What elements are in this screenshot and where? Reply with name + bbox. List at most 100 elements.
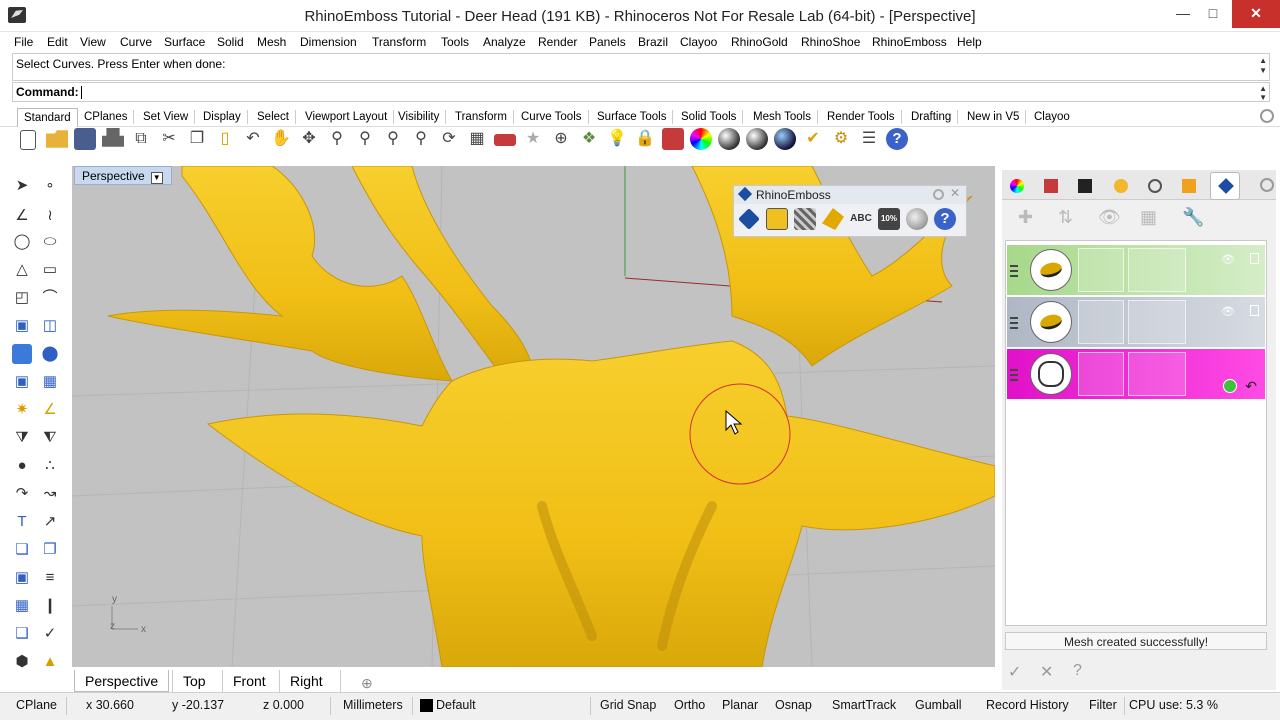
menu-view[interactable]: View: [80, 35, 106, 49]
zoom-window-icon[interactable]: ⚲: [354, 128, 376, 150]
menu-rhinoemboss[interactable]: RhinoEmboss: [872, 35, 947, 49]
render-objects-icon[interactable]: ⬢: [12, 652, 32, 672]
layer-visibility-eye-icon[interactable]: 👁: [1221, 305, 1235, 318]
paint-icon[interactable]: ▲: [40, 652, 60, 672]
sphere-icon[interactable]: ⬤: [40, 344, 60, 364]
rotate-view-icon[interactable]: ✥: [298, 128, 320, 150]
menu-render[interactable]: Render: [538, 35, 577, 49]
menu-tools[interactable]: Tools: [441, 35, 469, 49]
viewport-menu-arrow-icon[interactable]: ▼: [150, 172, 163, 184]
help-icon[interactable]: ?: [886, 128, 908, 150]
trim-icon[interactable]: ⧩: [12, 428, 32, 448]
menu-rhinogold[interactable]: RhinoGold: [731, 35, 788, 49]
tool-slot[interactable]: [1078, 352, 1124, 396]
panel-tab-history[interactable]: [1144, 175, 1164, 195]
viewport-grid-icon[interactable]: ▦: [466, 128, 488, 150]
polygon-icon[interactable]: △: [12, 260, 32, 280]
menu-transform[interactable]: Transform: [372, 35, 426, 49]
arc-icon[interactable]: ◰: [12, 288, 32, 308]
tab-right[interactable]: Right: [279, 670, 333, 692]
tab-curve-tools[interactable]: Curve Tools: [515, 110, 589, 124]
shaded-sphere-icon[interactable]: [746, 128, 768, 150]
ellipse-icon[interactable]: ⬭: [40, 232, 60, 252]
point-icon[interactable]: ⊕: [550, 128, 572, 150]
box-icon[interactable]: [12, 344, 32, 364]
curve-control-points-icon[interactable]: ≀: [40, 206, 60, 226]
zoom-selected-icon[interactable]: ⚲: [410, 128, 432, 150]
menu-clayoo[interactable]: Clayoo: [680, 35, 717, 49]
import-icon[interactable]: ⧉: [130, 128, 152, 150]
apply-ok-icon[interactable]: [1223, 379, 1237, 393]
tab-front[interactable]: Front: [222, 670, 276, 692]
emboss-diamond-icon[interactable]: [738, 208, 760, 230]
panel-tab-environment[interactable]: [1178, 175, 1198, 195]
options-icon[interactable]: ✔: [802, 128, 824, 150]
extrude-surface-icon[interactable]: ◫: [40, 316, 60, 336]
tab-mesh-tools[interactable]: Mesh Tools: [747, 110, 818, 124]
color-wheel-icon[interactable]: [690, 128, 712, 150]
polyline-icon[interactable]: ∠: [12, 206, 32, 226]
status-ortho[interactable]: Ortho: [674, 698, 705, 712]
texture-thumbnail[interactable]: [1030, 353, 1072, 395]
tab-set-view[interactable]: Set View: [137, 110, 196, 124]
spiral-slot[interactable]: [1128, 352, 1186, 396]
check-icon[interactable]: ✓: [40, 624, 60, 644]
perspective-viewport[interactable]: y z x Perspective ▼: [72, 166, 995, 667]
close-button[interactable]: ✕: [1232, 0, 1280, 28]
delete-layer-trash-icon[interactable]: [1250, 253, 1259, 264]
emboss-help-icon[interactable]: ?: [934, 208, 956, 230]
menu-analyze[interactable]: Analyze: [483, 35, 526, 49]
tab-render-tools[interactable]: Render Tools: [821, 110, 902, 124]
rectangle-icon[interactable]: ▭: [40, 260, 60, 280]
tab-visibility[interactable]: Visibility: [392, 110, 447, 124]
rhinoemboss-toolbar-header[interactable]: RhinoEmboss: [734, 186, 966, 204]
ungroup-icon[interactable]: ∴: [40, 456, 60, 476]
paste-icon[interactable]: ▯: [214, 128, 236, 150]
status-filter[interactable]: Filter: [1089, 698, 1117, 712]
menu-curve[interactable]: Curve: [120, 35, 152, 49]
transform-icon[interactable]: ❏: [12, 540, 32, 560]
copy-icon[interactable]: ❐: [186, 128, 208, 150]
deer-head-model[interactable]: [107, 166, 995, 667]
join-icon[interactable]: ↷: [12, 484, 32, 504]
measure-icon[interactable]: ❙: [40, 596, 60, 616]
drag-handle-icon[interactable]: [1010, 265, 1018, 277]
visibility-eye-icon[interactable]: 👁: [1098, 207, 1121, 228]
layer-icon[interactable]: [662, 128, 684, 150]
delete-layer-trash-icon[interactable]: [1250, 305, 1259, 316]
panel-help-icon[interactable]: ?: [1073, 662, 1082, 680]
move-plane-icon[interactable]: ★: [522, 128, 544, 150]
text-icon[interactable]: ∠: [40, 400, 60, 420]
menu-panels[interactable]: Panels: [589, 35, 626, 49]
circle-icon[interactable]: ◯: [12, 232, 32, 252]
curve-slot[interactable]: [1128, 248, 1186, 292]
new-file-icon[interactable]: [20, 130, 36, 150]
scale-icon[interactable]: ❒: [40, 540, 60, 560]
emboss-layer-2[interactable]: 👁: [1007, 297, 1265, 347]
lock-icon[interactable]: 🔒: [634, 128, 656, 150]
tab-solid-tools[interactable]: Solid Tools: [675, 110, 744, 124]
status-cplane[interactable]: CPlane: [16, 698, 57, 712]
emboss-layer-3[interactable]: ↶: [1007, 349, 1265, 399]
status-grid-snap[interactable]: Grid Snap: [600, 698, 656, 712]
undo-layer-icon[interactable]: ↶: [1245, 378, 1257, 395]
confirm-check-icon[interactable]: ✓: [1008, 662, 1021, 682]
text-object-icon[interactable]: T: [12, 512, 32, 532]
undo-icon[interactable]: ↶: [242, 128, 264, 150]
tab-display[interactable]: Display: [197, 110, 248, 124]
surface-icon[interactable]: ▣: [12, 316, 32, 336]
gear-icon[interactable]: ⚙: [830, 128, 852, 150]
viewport-title[interactable]: Perspective ▼: [74, 166, 172, 185]
menu-dimension[interactable]: Dimension: [300, 35, 357, 49]
zoom-extents-icon[interactable]: ⚲: [382, 128, 404, 150]
status-layer[interactable]: Default: [436, 698, 476, 712]
menu-brazil[interactable]: Brazil: [638, 35, 668, 49]
material-icon[interactable]: ▦: [1140, 207, 1157, 228]
emboss-sphere-icon[interactable]: [906, 208, 928, 230]
cut-icon[interactable]: ✂: [158, 128, 180, 150]
tab-drafting[interactable]: Drafting: [905, 110, 959, 124]
profile-slot[interactable]: [1078, 248, 1124, 292]
status-smarttrack[interactable]: SmartTrack: [832, 698, 896, 712]
status-gumball[interactable]: Gumball: [915, 698, 962, 712]
status-osnap[interactable]: Osnap: [775, 698, 812, 712]
